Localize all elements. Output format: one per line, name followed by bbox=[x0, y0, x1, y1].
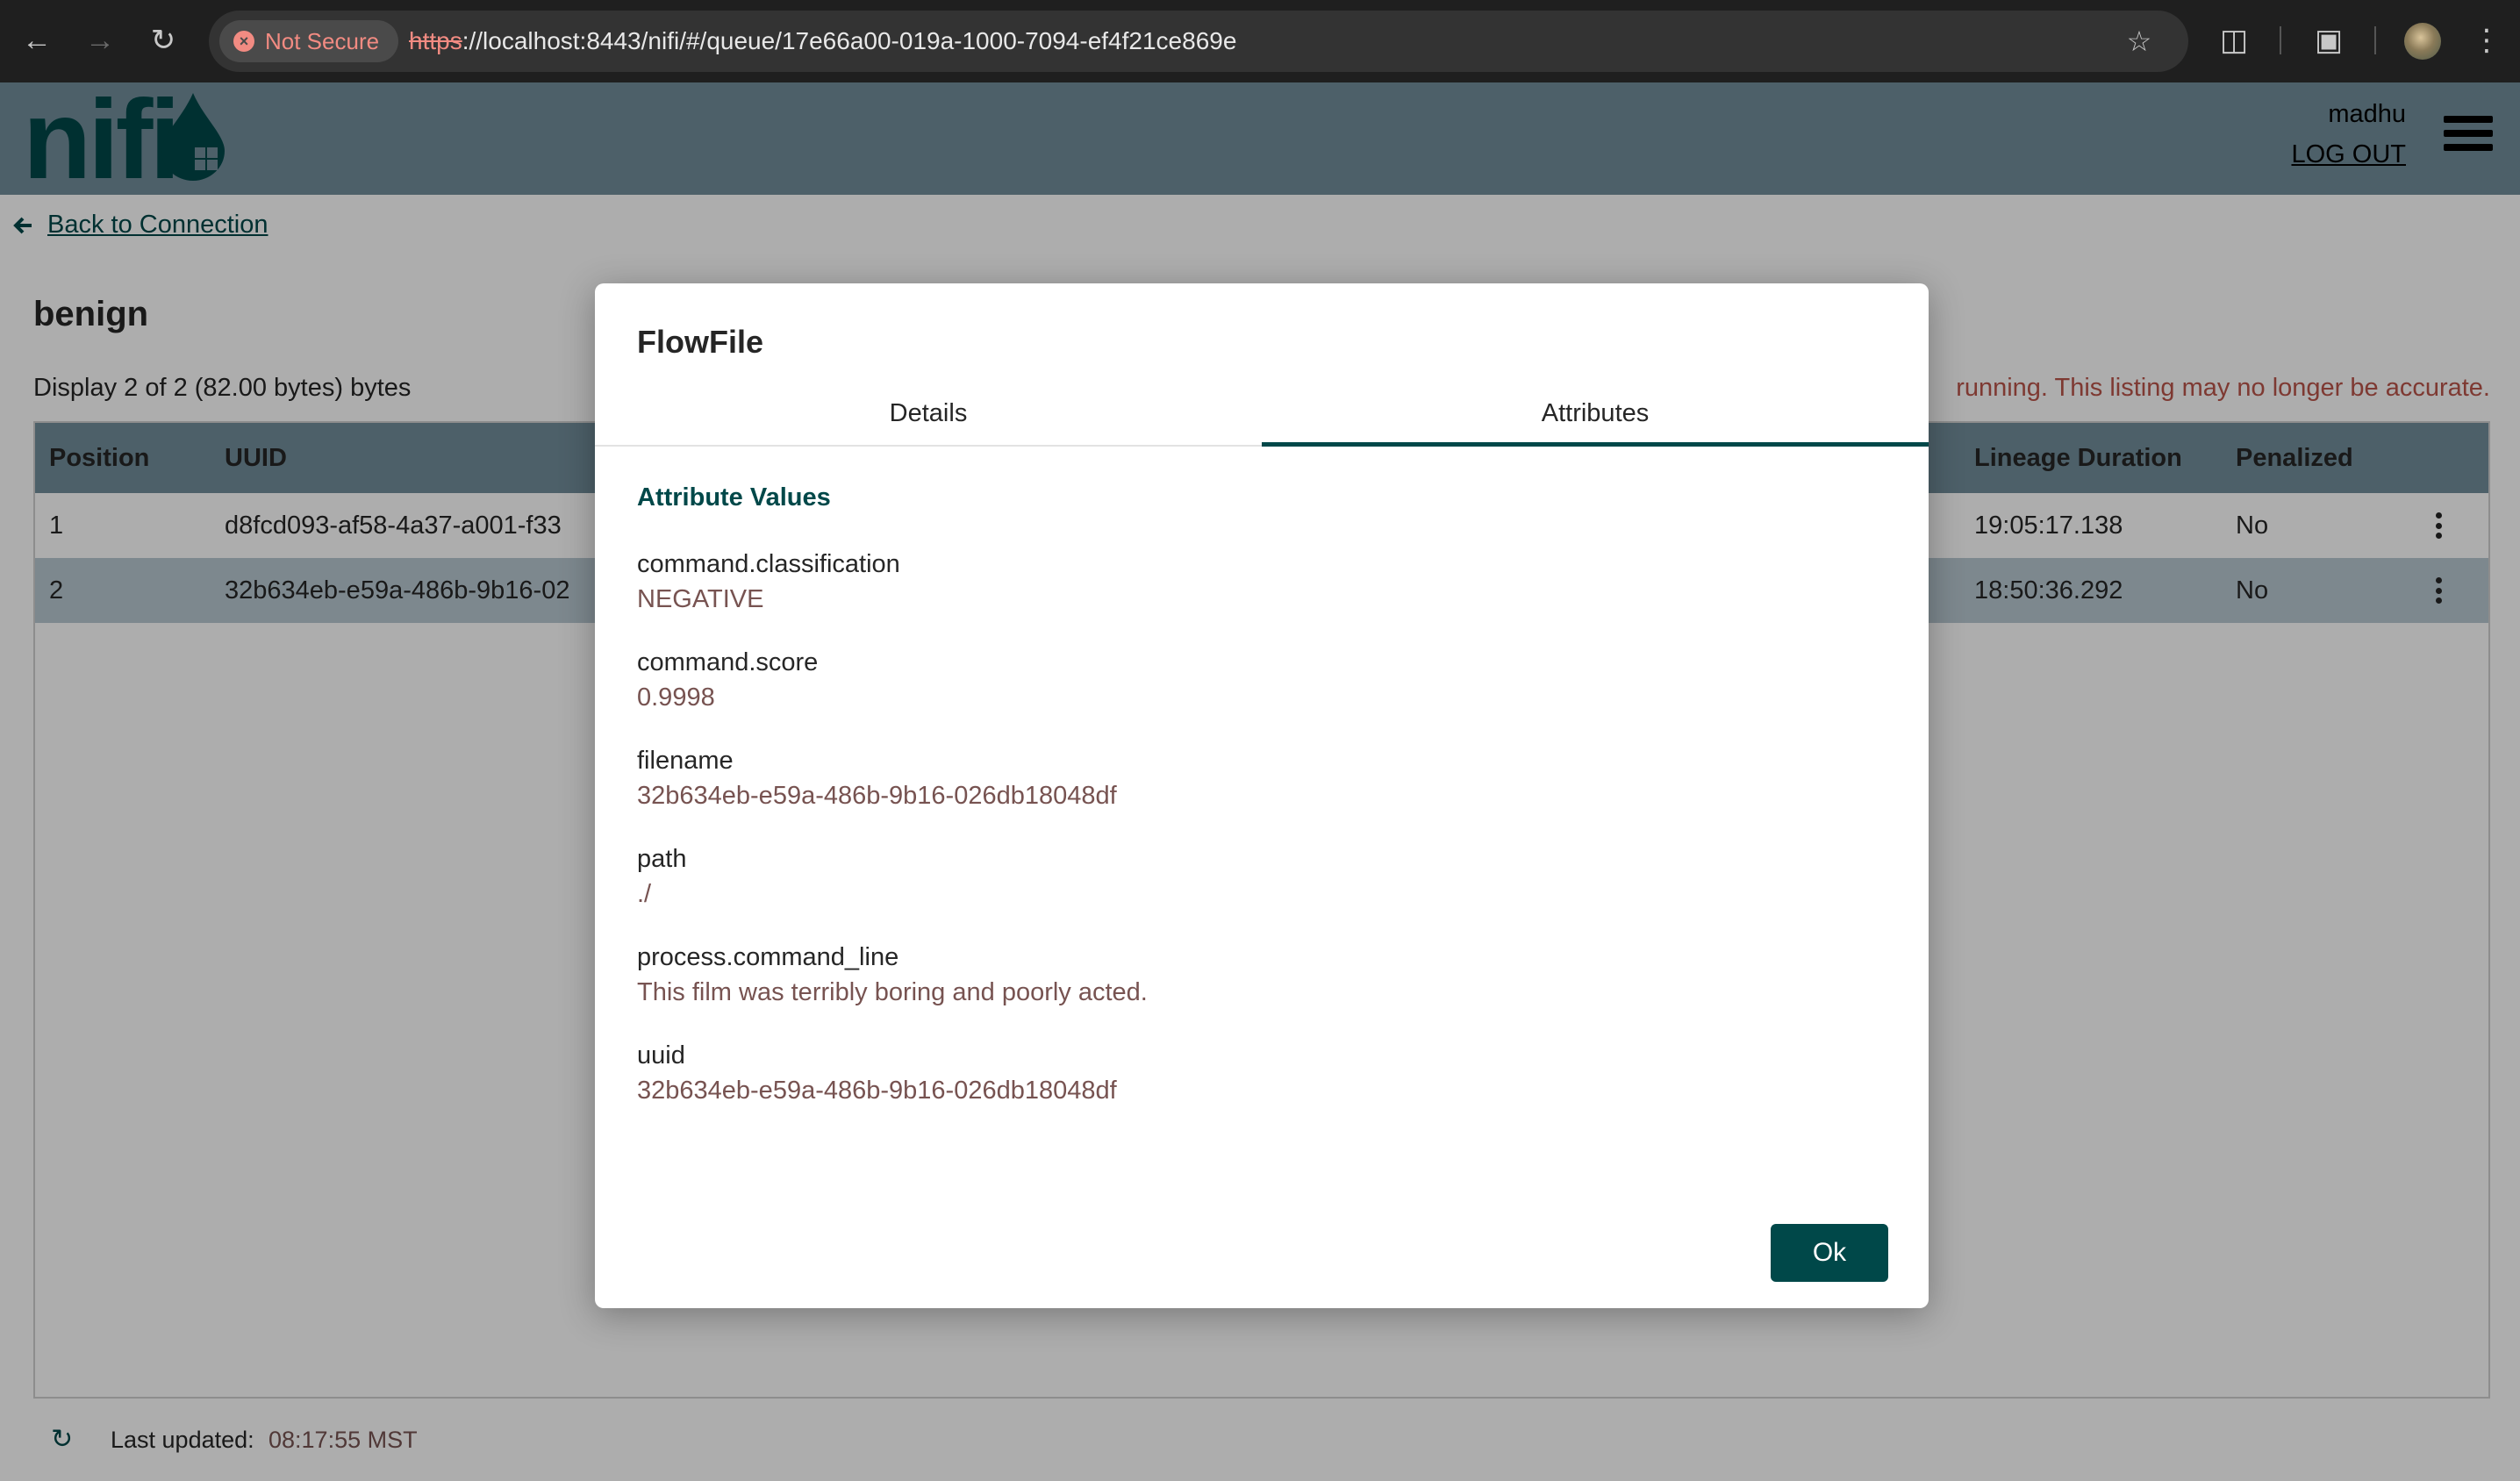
attribute-item: path ./ bbox=[637, 841, 686, 912]
attribute-value: 0.9998 bbox=[637, 683, 715, 712]
flowfile-dialog: FlowFile Details Attributes Attribute Va… bbox=[595, 283, 1929, 1308]
browser-toolbar: ← → ↻ × Not Secure https://localhost:844… bbox=[0, 0, 2520, 82]
reload-icon[interactable]: ↻ bbox=[140, 18, 186, 63]
attribute-value: This film was terribly boring and poorly… bbox=[637, 978, 1148, 1006]
browser-menu-icon[interactable]: ⋮ bbox=[2464, 18, 2509, 63]
attribute-name: command.classification bbox=[637, 550, 900, 578]
toolbar-divider bbox=[2280, 26, 2281, 54]
attribute-value: NEGATIVE bbox=[637, 585, 764, 613]
attribute-name: uuid bbox=[637, 1041, 685, 1070]
forward-arrow-icon[interactable]: → bbox=[77, 18, 123, 63]
security-chip[interactable]: × Not Secure bbox=[219, 20, 399, 62]
url-path: ://localhost:8443/nifi/#/queue/17e66a00-… bbox=[462, 27, 1237, 54]
attribute-value: 32b634eb-e59a-486b-9b16-026db18048df bbox=[637, 1077, 1117, 1105]
cast-search-icon[interactable]: ▣ bbox=[2306, 18, 2352, 63]
address-bar[interactable]: × Not Secure https://localhost:8443/nifi… bbox=[209, 11, 2188, 72]
attribute-name: command.score bbox=[637, 648, 819, 676]
not-secure-icon: × bbox=[233, 31, 254, 52]
bookmark-star-icon[interactable]: ☆ bbox=[2116, 18, 2162, 64]
back-arrow-icon[interactable]: ← bbox=[14, 18, 60, 63]
dialog-tabs: Details Attributes bbox=[595, 387, 1929, 447]
profile-avatar[interactable] bbox=[2404, 23, 2441, 60]
url-text[interactable]: https://localhost:8443/nifi/#/queue/17e6… bbox=[409, 11, 1236, 72]
dialog-title: FlowFile bbox=[637, 324, 763, 360]
url-scheme: https bbox=[409, 27, 462, 54]
attribute-item: filename 32b634eb-e59a-486b-9b16-026db18… bbox=[637, 743, 1117, 813]
attribute-item: uuid 32b634eb-e59a-486b-9b16-026db18048d… bbox=[637, 1038, 1117, 1108]
extensions-icon[interactable]: ◫ bbox=[2211, 18, 2257, 63]
attribute-name: path bbox=[637, 845, 687, 873]
toolbar-divider bbox=[2374, 26, 2376, 54]
attribute-values-heading: Attribute Values bbox=[637, 483, 831, 512]
attribute-value: 32b634eb-e59a-486b-9b16-026db18048df bbox=[637, 782, 1117, 810]
tab-details[interactable]: Details bbox=[595, 387, 1262, 447]
attribute-item: process.command_line This film was terri… bbox=[637, 940, 1148, 1010]
attribute-name: filename bbox=[637, 747, 734, 775]
security-label: Not Secure bbox=[265, 27, 380, 54]
attribute-item: command.classification NEGATIVE bbox=[637, 547, 900, 617]
ok-button[interactable]: Ok bbox=[1771, 1224, 1888, 1282]
tab-attributes[interactable]: Attributes bbox=[1262, 387, 1929, 447]
attribute-value: ./ bbox=[637, 880, 652, 908]
attribute-item: command.score 0.9998 bbox=[637, 645, 818, 715]
attribute-name: process.command_line bbox=[637, 943, 899, 971]
